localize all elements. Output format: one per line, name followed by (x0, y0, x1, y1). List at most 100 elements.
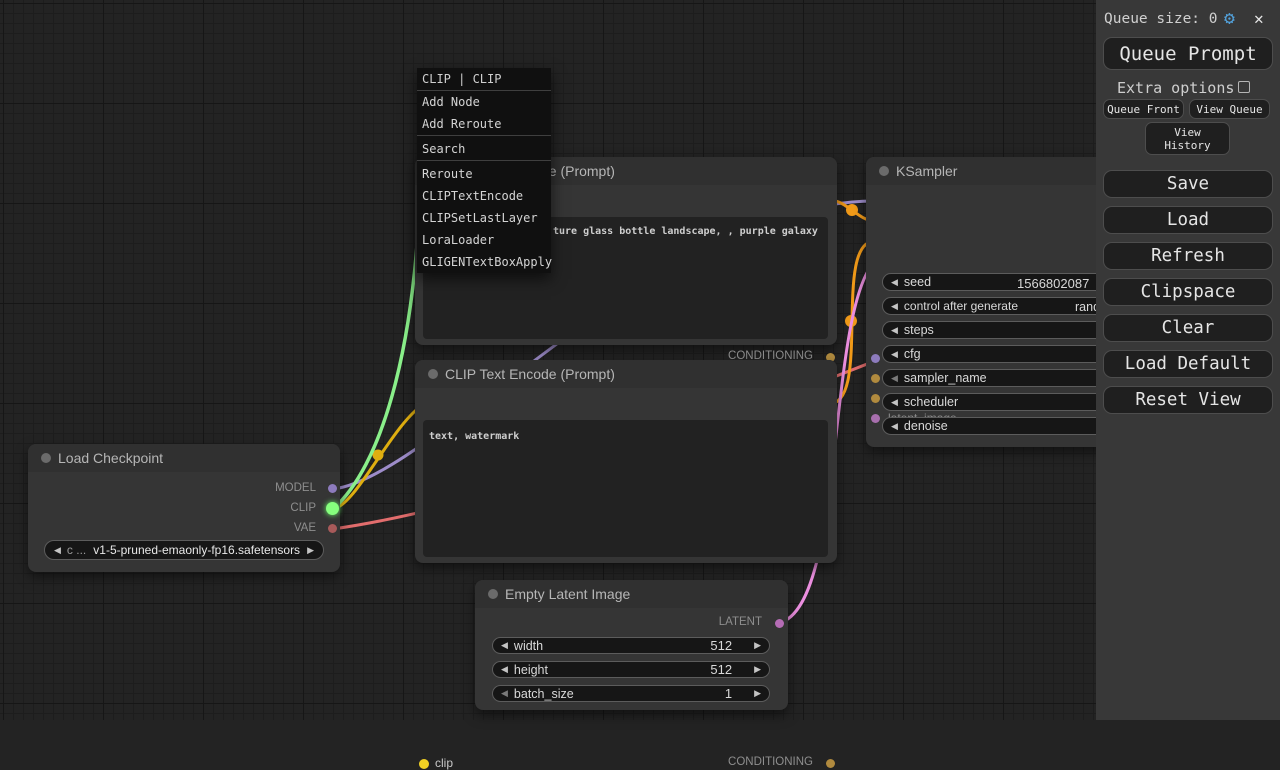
decrement-arrow-icon[interactable]: ◀ (501, 641, 508, 650)
view-history-line1: View (1174, 126, 1201, 139)
settings-gear-icon[interactable]: ⚙ (1224, 8, 1235, 29)
context-menu: CLIP | CLIP Add Node Add Reroute Search … (417, 68, 551, 273)
clip-input-port[interactable] (419, 759, 429, 769)
widget-value: 512 (710, 662, 732, 677)
widget-value: v1-5-pruned-emaonly-fp16.safetensors (86, 543, 307, 557)
menu-item-cliptextencode[interactable]: CLIPTextEncode (417, 185, 551, 207)
node-clip-text-encode-negative[interactable]: CLIP Text Encode (Prompt) clip CONDITION… (415, 360, 837, 563)
ckpt-name-widget[interactable]: ◀ c ... v1-5-pruned-emaonly-fp16.safeten… (44, 540, 324, 560)
negative-input-port[interactable] (871, 394, 880, 403)
wire-clip-midpoint-dot (373, 450, 384, 461)
context-menu-title: CLIP | CLIP (417, 68, 551, 91)
widget-label: height (514, 663, 548, 677)
refresh-button[interactable]: Refresh (1103, 242, 1273, 270)
load-default-button[interactable]: Load Default (1103, 350, 1273, 378)
menu-item-loraloader[interactable]: LoraLoader (417, 229, 551, 251)
collapse-dot-icon[interactable] (879, 166, 889, 176)
prompt-text: ture glass bottle landscape, , purple ga… (553, 226, 818, 237)
node-header[interactable]: Empty Latent Image (475, 580, 788, 608)
menu-item-reroute[interactable]: Reroute (417, 163, 551, 185)
prompt-textarea[interactable]: text, watermark (423, 420, 828, 557)
close-icon[interactable]: ✕ (1254, 9, 1264, 28)
latent-image-input-port[interactable] (871, 414, 880, 423)
decrement-arrow-icon[interactable]: ◀ (891, 374, 898, 383)
node-title: Empty Latent Image (505, 586, 630, 602)
node-title: KSampler (896, 163, 957, 179)
view-history-button[interactable]: View History (1145, 122, 1230, 155)
node-load-checkpoint[interactable]: Load Checkpoint MODEL CLIP VAE ◀ c ... v… (28, 444, 340, 572)
model-input-port[interactable] (871, 354, 880, 363)
positive-input-port[interactable] (871, 374, 880, 383)
prompt-text: text, watermark (429, 431, 519, 442)
node-title: Load Checkpoint (58, 450, 163, 466)
node-title: CLIP Text Encode (Prompt) (445, 366, 615, 382)
widget-label: denoise (904, 419, 948, 433)
extra-options-label: Extra options (1117, 79, 1234, 97)
batch-size-widget[interactable]: ◀ batch_size 1 ▶ (492, 685, 770, 702)
latent-output-port[interactable] (775, 619, 784, 628)
save-button[interactable]: Save (1103, 170, 1273, 198)
menu-item-search[interactable]: Search (417, 135, 551, 161)
conditioning-output-port[interactable] (826, 759, 835, 768)
output-label-latent: LATENT (719, 616, 762, 628)
collapse-dot-icon[interactable] (428, 369, 438, 379)
decrement-arrow-icon[interactable]: ◀ (891, 422, 898, 431)
decrement-arrow-icon[interactable]: ◀ (891, 302, 898, 311)
height-widget[interactable]: ◀ height 512 ▶ (492, 661, 770, 678)
widget-value: 512 (710, 638, 732, 653)
increment-arrow-icon[interactable]: ▶ (754, 665, 761, 674)
clipspace-button[interactable]: Clipspace (1103, 278, 1273, 306)
wire-conditioning-positive-dot (846, 204, 858, 216)
vae-output-port[interactable] (328, 524, 337, 533)
reset-view-button[interactable]: Reset View (1103, 386, 1273, 414)
widget-label: steps (904, 323, 934, 337)
width-widget[interactable]: ◀ width 512 ▶ (492, 637, 770, 654)
collapse-dot-icon[interactable] (41, 453, 51, 463)
next-arrow-icon[interactable]: ▶ (307, 546, 314, 555)
output-label-vae: VAE (294, 522, 316, 534)
clear-button[interactable]: Clear (1103, 314, 1273, 342)
decrement-arrow-icon[interactable]: ◀ (891, 350, 898, 359)
widget-label: width (514, 639, 543, 653)
widget-label: control after generate (904, 299, 1018, 313)
widget-value: 1566802087 (1017, 276, 1089, 291)
node-header[interactable]: Load Checkpoint (28, 444, 340, 472)
node-header[interactable]: CLIP Text Encode (Prompt) (415, 360, 837, 388)
widget-label: batch_size (514, 687, 574, 701)
widget-label: seed (904, 275, 931, 289)
queue-prompt-button[interactable]: Queue Prompt (1103, 37, 1273, 70)
load-button[interactable]: Load (1103, 206, 1273, 234)
queue-sidebar: Queue size: 0 ⚙ ✕ Queue Prompt Extra opt… (1096, 0, 1280, 720)
node-graph-canvas[interactable]: CLIP Text Encode (Prompt) CONDITIONING t… (0, 0, 1280, 720)
output-label-conditioning: CONDITIONING (728, 756, 813, 768)
prev-arrow-icon[interactable]: ◀ (54, 546, 61, 555)
widget-label: c ... (67, 543, 86, 557)
input-label-clip: clip (435, 756, 453, 770)
output-label-model: MODEL (275, 482, 316, 494)
increment-arrow-icon[interactable]: ▶ (754, 689, 761, 698)
widget-label: cfg (904, 347, 921, 361)
increment-arrow-icon[interactable]: ▶ (754, 641, 761, 650)
decrement-arrow-icon[interactable]: ◀ (501, 665, 508, 674)
view-queue-button[interactable]: View Queue (1189, 99, 1270, 119)
clip-output-port-highlighted[interactable] (326, 502, 339, 515)
menu-item-add-node[interactable]: Add Node (417, 91, 551, 113)
menu-item-gligentextboxapply[interactable]: GLIGENTextBoxApply (417, 251, 551, 273)
collapse-dot-icon[interactable] (488, 589, 498, 599)
node-empty-latent-image[interactable]: Empty Latent Image LATENT ◀ width 512 ▶ … (475, 580, 788, 710)
wire-clip-to-negative-encode (333, 404, 424, 509)
wire-conditioning-negative-dot (845, 315, 857, 327)
decrement-arrow-icon[interactable]: ◀ (891, 278, 898, 287)
widget-value: 1 (725, 686, 732, 701)
extra-options-checkbox[interactable] (1238, 81, 1250, 93)
queue-front-button[interactable]: Queue Front (1103, 99, 1184, 119)
queue-size-label: Queue size: 0 (1104, 11, 1218, 27)
decrement-arrow-icon[interactable]: ◀ (501, 689, 508, 698)
decrement-arrow-icon[interactable]: ◀ (891, 398, 898, 407)
menu-item-add-reroute[interactable]: Add Reroute (417, 113, 551, 135)
model-output-port[interactable] (328, 484, 337, 493)
menu-item-clipsetlastlayer[interactable]: CLIPSetLastLayer (417, 207, 551, 229)
view-history-line2: History (1164, 139, 1210, 152)
decrement-arrow-icon[interactable]: ◀ (891, 326, 898, 335)
widget-label: sampler_name (904, 371, 987, 385)
